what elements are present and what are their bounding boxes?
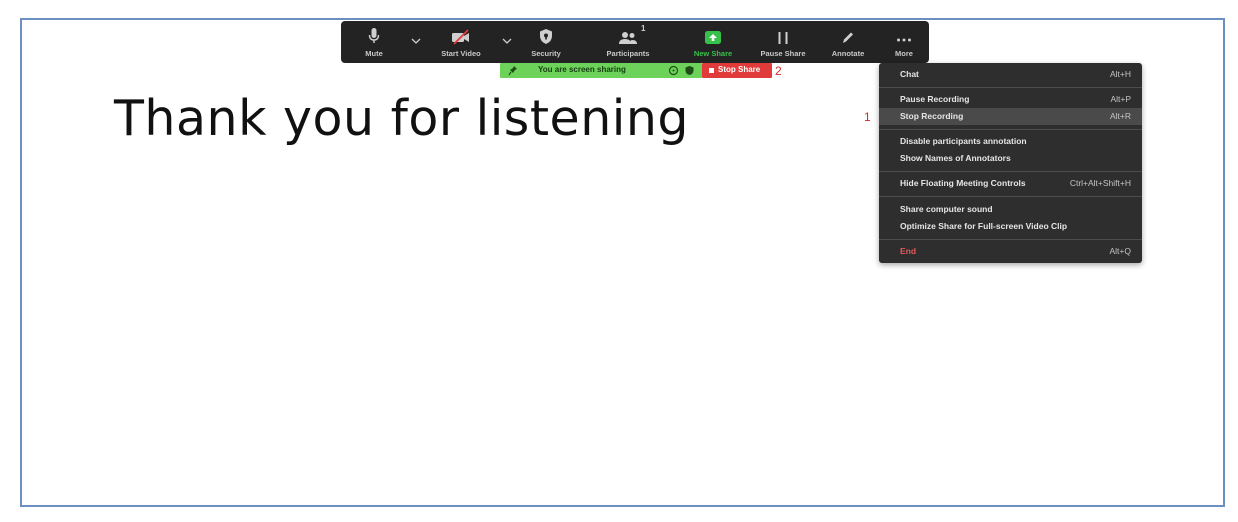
- shield-icon: [539, 21, 553, 45]
- menu-divider: [879, 171, 1142, 172]
- mute-button[interactable]: Mute: [361, 21, 387, 63]
- slide-title: Thank you for listening: [114, 90, 690, 147]
- video-off-icon: [451, 21, 471, 45]
- menu-divider: [879, 196, 1142, 197]
- annotation-marker-2: 2: [775, 64, 782, 78]
- participants-count: 1: [641, 24, 646, 33]
- menu-divider: [879, 129, 1142, 130]
- security-label: Security: [531, 49, 561, 58]
- menu-item-pause-recording[interactable]: Pause Recording Alt+P: [879, 91, 1142, 108]
- stop-share-button[interactable]: Stop Share: [702, 63, 772, 78]
- ellipsis-icon: [896, 21, 912, 45]
- annotation-marker-1: 1: [864, 110, 871, 124]
- menu-item-label: Hide Floating Meeting Controls: [900, 178, 1026, 188]
- menu-item-label: Disable participants annotation: [900, 136, 1027, 146]
- menu-item-stop-recording[interactable]: Stop Recording Alt+R: [879, 108, 1142, 125]
- security-button[interactable]: Security: [527, 21, 565, 63]
- pause-share-label: Pause Share: [760, 49, 806, 58]
- screen-sharing-bar[interactable]: You are screen sharing: [500, 63, 702, 78]
- menu-item-label: Pause Recording: [900, 94, 970, 104]
- info-icon[interactable]: [668, 65, 679, 76]
- more-button[interactable]: More: [890, 21, 918, 63]
- pause-icon: [777, 21, 789, 45]
- menu-item-shortcut: Alt+R: [1109, 111, 1131, 121]
- more-dropdown-menu: Chat Alt+H Pause Recording Alt+P Stop Re…: [879, 63, 1142, 263]
- menu-item-shortcut: Alt+P: [1110, 94, 1131, 104]
- new-share-button[interactable]: New Share: [689, 21, 737, 63]
- mute-label: Mute: [365, 49, 383, 58]
- new-share-label: New Share: [693, 49, 733, 58]
- menu-item-label: Share computer sound: [900, 204, 993, 214]
- menu-divider: [879, 87, 1142, 88]
- start-video-button[interactable]: Start Video: [436, 21, 486, 63]
- menu-item-label: Show Names of Annotators: [900, 153, 1011, 163]
- chevron-down-icon[interactable]: [502, 37, 512, 45]
- menu-item-shortcut: Alt+H: [1109, 69, 1131, 79]
- pencil-icon: [841, 21, 855, 45]
- annotate-button[interactable]: Annotate: [826, 21, 870, 63]
- menu-item-disable-annotation[interactable]: Disable participants annotation: [879, 133, 1142, 150]
- menu-item-label: End: [900, 246, 917, 256]
- microphone-icon: [368, 21, 380, 45]
- menu-item-end[interactable]: End Alt+Q: [879, 243, 1142, 260]
- more-label: More: [895, 49, 913, 58]
- menu-item-shortcut: Alt+Q: [1109, 246, 1132, 256]
- annotate-label: Annotate: [831, 49, 865, 58]
- start-video-label: Start Video: [441, 49, 481, 58]
- menu-item-label: Chat: [900, 69, 919, 79]
- participants-label: Participants: [606, 49, 650, 58]
- menu-divider: [879, 239, 1142, 240]
- menu-item-share-computer-sound[interactable]: Share computer sound: [879, 201, 1142, 218]
- share-up-arrow-icon: [704, 21, 722, 45]
- participants-button[interactable]: 1 Participants: [599, 21, 657, 63]
- menu-item-optimize-share[interactable]: Optimize Share for Full-screen Video Cli…: [879, 218, 1142, 235]
- pause-share-button[interactable]: Pause Share: [755, 21, 811, 63]
- menu-item-show-annotator-names[interactable]: Show Names of Annotators: [879, 150, 1142, 167]
- menu-item-label: Stop Recording: [900, 111, 964, 121]
- menu-item-shortcut: Ctrl+Alt+Shift+H: [1069, 178, 1131, 188]
- participants-icon: [618, 21, 638, 45]
- stop-square-icon: [709, 68, 714, 73]
- chevron-down-icon[interactable]: [411, 37, 421, 45]
- meeting-toolbar: Mute Start Video Security 1 Participants…: [341, 21, 929, 63]
- stop-share-label: Stop Share: [718, 65, 761, 74]
- pin-icon[interactable]: [508, 65, 518, 76]
- sharing-status-text: You are screen sharing: [538, 65, 626, 74]
- menu-item-chat[interactable]: Chat Alt+H: [879, 66, 1142, 83]
- menu-item-hide-floating-controls[interactable]: Hide Floating Meeting Controls Ctrl+Alt+…: [879, 175, 1142, 192]
- shield-icon[interactable]: [684, 65, 695, 76]
- menu-item-label: Optimize Share for Full-screen Video Cli…: [900, 221, 1068, 231]
